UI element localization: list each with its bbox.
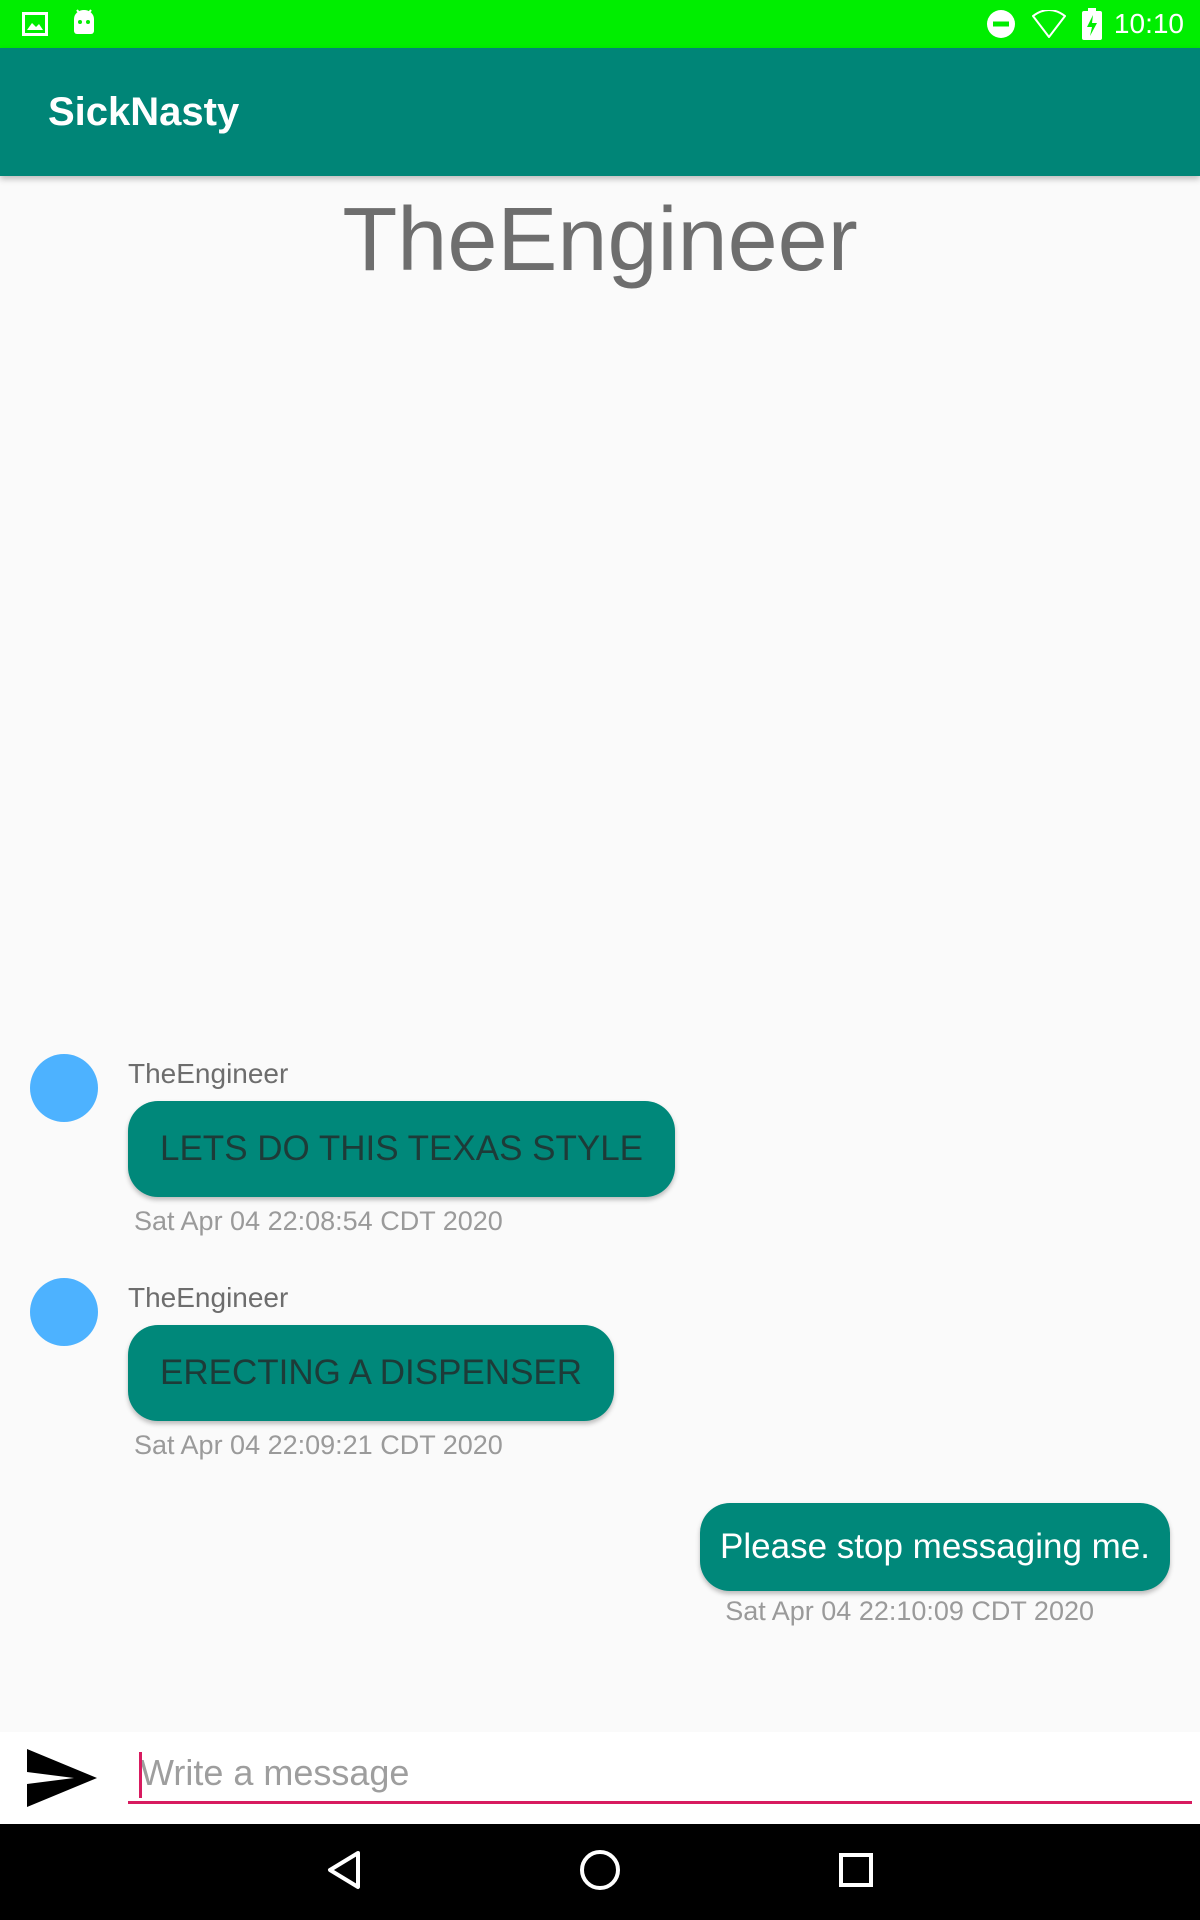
message-timestamp: Sat Apr 04 22:08:54 CDT 2020 xyxy=(134,1206,503,1236)
recents-button[interactable] xyxy=(828,1844,884,1900)
app-bar: SickNasty xyxy=(0,48,1200,176)
message-bubble[interactable]: LETS DO THIS TEXAS STYLE xyxy=(128,1101,676,1197)
app-title: SickNasty xyxy=(48,90,240,134)
send-icon xyxy=(26,1748,98,1813)
android-icon xyxy=(72,9,96,40)
message-timestamp: Sat Apr 04 22:09:21 CDT 2020 xyxy=(134,1430,503,1460)
send-button[interactable] xyxy=(24,1748,100,1812)
battery-charging-icon xyxy=(1081,8,1102,40)
back-button[interactable] xyxy=(316,1844,372,1900)
avatar[interactable] xyxy=(30,1054,98,1122)
message-sender: TheEngineer xyxy=(128,1058,289,1089)
home-icon xyxy=(579,1849,621,1896)
status-bar: 10:10 xyxy=(0,0,1200,48)
back-icon xyxy=(326,1850,362,1895)
chat-screen: 10:10 SickNasty TheEngineer TheEngineer … xyxy=(0,0,1200,1920)
message-input[interactable] xyxy=(128,1744,1192,1804)
message-composer xyxy=(0,1732,1200,1824)
navigation-bar xyxy=(0,1824,1200,1920)
status-time: 10:10 xyxy=(1113,8,1184,39)
message-bubble[interactable]: Please stop messaging me. xyxy=(700,1503,1170,1591)
message-sender: TheEngineer xyxy=(128,1282,289,1313)
recents-icon xyxy=(838,1852,874,1893)
message-timestamp: Sat Apr 04 22:10:09 CDT 2020 xyxy=(725,1596,1094,1626)
image-icon xyxy=(22,12,48,41)
home-button[interactable] xyxy=(572,1844,628,1900)
do-not-disturb-icon xyxy=(986,9,1016,39)
avatar[interactable] xyxy=(30,1278,98,1346)
message-bubble[interactable]: ERECTING A DISPENSER xyxy=(128,1325,615,1421)
wifi-icon xyxy=(1031,10,1066,38)
text-cursor xyxy=(139,1752,142,1798)
conversation-title: TheEngineer xyxy=(342,190,858,290)
